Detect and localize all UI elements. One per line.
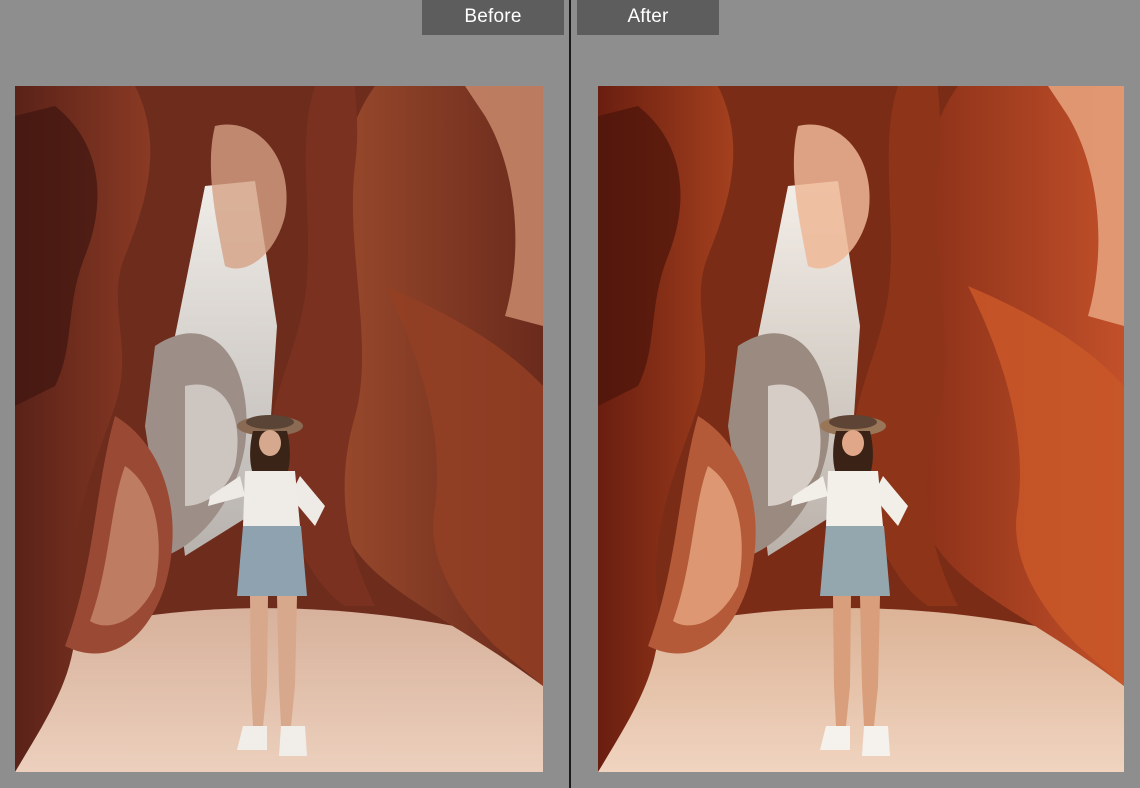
- canyon-photo-before-icon: [15, 86, 543, 772]
- after-label[interactable]: After: [577, 0, 719, 35]
- before-pane: Before: [0, 0, 567, 788]
- after-photo[interactable]: [598, 86, 1124, 772]
- compare-divider-line[interactable]: [569, 0, 571, 788]
- canyon-photo-after-icon: [598, 86, 1124, 772]
- before-after-compare-view: Before After: [0, 0, 1140, 788]
- after-pane: After: [573, 0, 1140, 788]
- before-label[interactable]: Before: [422, 0, 564, 35]
- before-photo[interactable]: [15, 86, 543, 772]
